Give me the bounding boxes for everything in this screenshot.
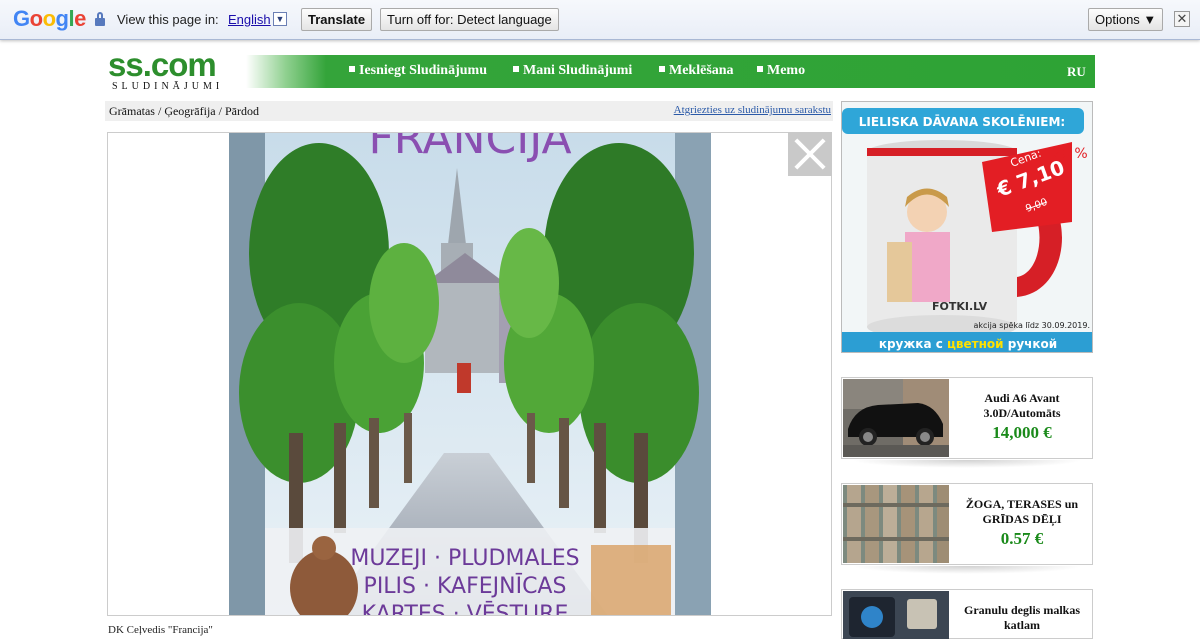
bullet-icon (349, 66, 355, 72)
cover-title: FRANCIJA (368, 133, 571, 164)
ad-thumbnail (843, 591, 949, 639)
listing-photo[interactable]: FRANCIJA MUZEJI · PLUDMALES PILIS · KAFE… (229, 133, 711, 616)
ad-shadow (851, 460, 1083, 468)
boards-image (843, 485, 949, 563)
ad-shadow (851, 566, 1083, 574)
main-nav: Iesniegt Sludinājumu Mani Sludinājumi Me… (246, 55, 1095, 88)
language-switch-ru[interactable]: RU (1067, 64, 1086, 80)
view-page-label: View this page in: (117, 12, 219, 27)
promo-footer: кружка с цветной ручкой (879, 337, 1057, 351)
promo-banner[interactable]: LIELISKA DĀVANA SKOLĒNIEM: FOTKI.LV -20 … (841, 101, 1093, 353)
translate-button[interactable]: Translate (301, 8, 373, 31)
nav-submit-ad[interactable]: Iesniegt Sludinājumu (349, 63, 487, 79)
chevron-down-icon[interactable]: ▼ (273, 12, 287, 26)
back-to-list-link[interactable]: Atgriezties uz sludinājumu sarakstu (674, 104, 831, 116)
close-icon[interactable]: ✕ (1174, 11, 1190, 27)
turn-off-button[interactable]: Turn off for: Detect language (380, 8, 559, 31)
cover-line-1: MUZEJI · PLUDMALES (350, 546, 579, 571)
ad-title: ŽOGA, TERASES un GRĪDAS DĒĻI (965, 497, 1079, 526)
site-logo[interactable]: ss.com SLUDINĀJUMI (108, 46, 243, 92)
ad-card[interactable]: Granulu deglis malkas katlam (841, 589, 1093, 639)
ad-title: Audi A6 Avant 3.0D/Automāts (983, 391, 1061, 420)
breadcrumb: Grāmatas / Ģeogrāfija / Pārdod Atgriezti… (105, 101, 833, 121)
nav-my-ads[interactable]: Mani Sludinājumi (513, 63, 632, 79)
listing-photo-frame: FRANCIJA MUZEJI · PLUDMALES PILIS · KAFE… (107, 132, 832, 616)
ad-card[interactable]: Audi A6 Avant 3.0D/Automāts 14,000 € (841, 377, 1093, 459)
lock-icon (95, 12, 105, 26)
burner-image (843, 591, 949, 639)
bullet-icon (659, 66, 665, 72)
ad-card[interactable]: ŽOGA, TERASES un GRĪDAS DĒĻI 0.57 € (841, 483, 1093, 565)
options-button[interactable]: Options ▼ (1088, 8, 1164, 31)
ad-thumbnail (843, 379, 949, 457)
breadcrumb-path[interactable]: Grāmatas / Ģeogrāfija / Pārdod (109, 104, 259, 119)
promo-headline: LIELISKA DĀVANA SKOLĒNIEM: (859, 115, 1065, 129)
ad-thumbnail (843, 485, 949, 563)
promo-valid: akcija spēka līdz 30.09.2019. (973, 321, 1090, 330)
book-cover-image: FRANCIJA MUZEJI · PLUDMALES PILIS · KAFE… (229, 133, 711, 616)
translate-bar: Google View this page in: English ▼ Tran… (0, 0, 1200, 40)
nav-memo[interactable]: Memo (757, 63, 805, 79)
google-logo: Google (13, 6, 86, 31)
ad-title: Granulu deglis malkas katlam (963, 603, 1081, 632)
listing-caption: DK Ceļvedis "Francija" (108, 624, 213, 636)
bullet-icon (757, 66, 763, 72)
ad-price: 0.57 € (1000, 529, 1044, 548)
promo-image: LIELISKA DĀVANA SKOLĒNIEM: FOTKI.LV -20 … (842, 102, 1092, 352)
promo-brand: FOTKI.LV (932, 300, 988, 313)
ad-price: 14,000 € (992, 423, 1052, 442)
cover-line-3: KARTES · VĒSTURE (362, 602, 569, 616)
nav-search[interactable]: Meklēšana (659, 63, 734, 79)
close-photo-icon[interactable] (788, 132, 832, 176)
logo-subtitle: SLUDINĀJUMI (112, 81, 224, 92)
bullet-icon (513, 66, 519, 72)
language-select[interactable]: English (228, 12, 271, 27)
cover-line-2: PILIS · KAFEJNĪCAS (364, 574, 567, 599)
car-image (843, 379, 949, 457)
logo-text: ss.com (108, 46, 217, 83)
